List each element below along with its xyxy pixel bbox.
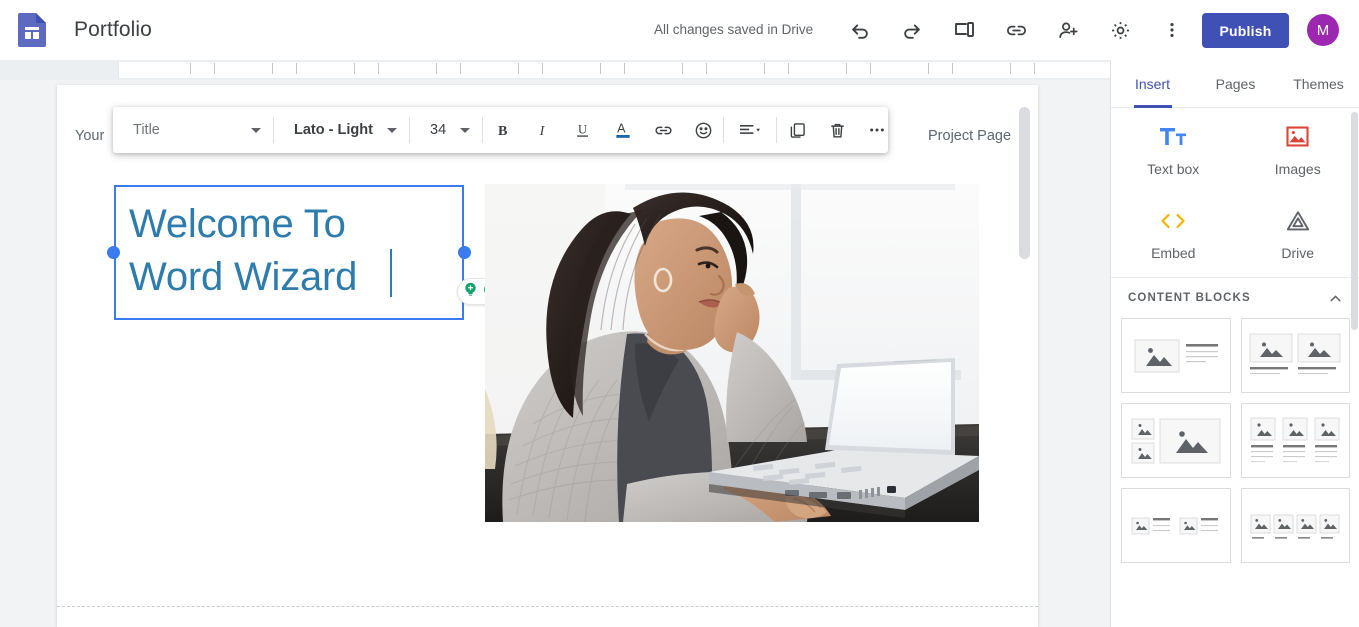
publish-button[interactable]: Publish bbox=[1202, 13, 1289, 48]
page-title[interactable]: Portfolio bbox=[74, 18, 152, 42]
ruler-track bbox=[118, 62, 1110, 78]
redo-icon[interactable] bbox=[895, 13, 929, 47]
tab-themes[interactable]: Themes bbox=[1277, 60, 1359, 108]
preview-device-icon[interactable] bbox=[947, 13, 981, 47]
font-size-select[interactable]: 34 bbox=[410, 107, 482, 153]
insert-images[interactable]: Images bbox=[1236, 108, 1359, 193]
chevron-down-icon bbox=[387, 127, 397, 133]
avatar[interactable]: M bbox=[1307, 14, 1339, 46]
chevron-down-icon bbox=[460, 127, 470, 133]
app-bar: Portfolio All changes saved in Drive Pub… bbox=[0, 0, 1359, 60]
insert-images-label: Images bbox=[1274, 160, 1321, 177]
selected-text-box[interactable]: Welcome To Word Wizard bbox=[107, 185, 504, 320]
svg-text:A: A bbox=[617, 122, 626, 136]
insert-text-box[interactable]: Text box bbox=[1111, 108, 1236, 193]
grammarly-assistant-icon[interactable] bbox=[461, 280, 480, 304]
nav-link-home[interactable]: Your bbox=[75, 128, 104, 144]
chevron-down-icon bbox=[251, 127, 261, 133]
paragraph-style-value: Title bbox=[133, 122, 160, 138]
embed-code-icon bbox=[1159, 208, 1187, 234]
block-two-small-one-large-image[interactable] bbox=[1121, 403, 1231, 478]
section-divider-top bbox=[57, 606, 1038, 607]
insert-panel: Insert Pages Themes Text box Images Embe… bbox=[1110, 60, 1359, 627]
site-canvas[interactable]: Your ut Project Page Welcome To Word Wiz… bbox=[57, 85, 1038, 627]
undo-icon[interactable] bbox=[843, 13, 877, 47]
layout-grid-ruler bbox=[0, 60, 1110, 80]
save-status-text: All changes saved in Drive bbox=[654, 22, 814, 37]
text-box-icon bbox=[1159, 124, 1187, 150]
block-two-image-text-pairs[interactable] bbox=[1121, 488, 1231, 563]
underline-button[interactable]: U bbox=[563, 107, 603, 153]
content-blocks-header[interactable]: CONTENT BLOCKS bbox=[1111, 278, 1359, 318]
font-size-value: 34 bbox=[430, 122, 447, 138]
add-person-icon[interactable] bbox=[1051, 13, 1085, 47]
panel-scrollbar-thumb[interactable] bbox=[1351, 112, 1358, 330]
svg-text:I: I bbox=[539, 123, 546, 139]
tab-pages[interactable]: Pages bbox=[1194, 60, 1277, 108]
more-options-button[interactable] bbox=[857, 107, 897, 153]
paragraph-style-select[interactable]: Title bbox=[113, 107, 273, 153]
svg-text:U: U bbox=[578, 122, 587, 136]
text-format-toolbar[interactable]: Title Lato - Light 34 B I U A bbox=[113, 107, 888, 153]
insert-items-grid: Text box Images Embed Drive bbox=[1111, 108, 1359, 278]
text-box-outline[interactable]: Welcome To Word Wizard bbox=[114, 185, 464, 320]
insert-drive[interactable]: Drive bbox=[1236, 193, 1359, 278]
block-four-images-row[interactable] bbox=[1240, 488, 1350, 563]
hero-image[interactable] bbox=[485, 184, 979, 522]
insert-text-box-label: Text box bbox=[1147, 160, 1200, 177]
insert-embed-label: Embed bbox=[1151, 245, 1196, 262]
bold-button[interactable]: B bbox=[483, 107, 523, 153]
content-blocks-title: CONTENT BLOCKS bbox=[1128, 292, 1251, 304]
delete-button[interactable] bbox=[817, 107, 857, 153]
panel-tabs: Insert Pages Themes bbox=[1111, 60, 1359, 108]
woman-typing-on-laptop-photo bbox=[485, 184, 979, 522]
content-blocks-grid bbox=[1111, 318, 1359, 563]
italic-button[interactable]: I bbox=[523, 107, 563, 153]
chevron-up-icon[interactable] bbox=[1327, 290, 1344, 307]
block-two-images-with-captions[interactable] bbox=[1240, 318, 1350, 393]
svg-text:B: B bbox=[498, 123, 508, 139]
insert-embed[interactable]: Embed bbox=[1111, 193, 1236, 278]
gear-icon[interactable] bbox=[1103, 13, 1137, 47]
text-caret bbox=[390, 249, 392, 297]
canvas-scrollbar[interactable] bbox=[1019, 107, 1030, 627]
resize-handle-left[interactable] bbox=[107, 246, 120, 259]
text-color-button[interactable]: A bbox=[603, 107, 643, 153]
duplicate-button[interactable] bbox=[777, 107, 817, 153]
emoji-icon[interactable] bbox=[683, 107, 723, 153]
google-sites-icon[interactable] bbox=[18, 13, 46, 47]
copy-link-icon[interactable] bbox=[999, 13, 1033, 47]
canvas-scrollbar-thumb[interactable] bbox=[1019, 107, 1030, 259]
align-button[interactable] bbox=[724, 107, 776, 153]
insert-drive-label: Drive bbox=[1281, 245, 1315, 262]
block-three-images-with-text[interactable] bbox=[1240, 403, 1350, 478]
tab-insert[interactable]: Insert bbox=[1111, 60, 1194, 108]
block-image-left-text-right[interactable] bbox=[1121, 318, 1231, 393]
font-family-select[interactable]: Lato - Light bbox=[274, 107, 409, 153]
google-drive-icon bbox=[1285, 208, 1311, 234]
resize-handle-right[interactable] bbox=[458, 246, 471, 259]
insert-link-icon[interactable] bbox=[643, 107, 683, 153]
font-family-value: Lato - Light bbox=[294, 122, 373, 138]
nav-link-project-page[interactable]: Project Page bbox=[928, 128, 1011, 144]
hero-title-text[interactable]: Welcome To Word Wizard bbox=[129, 198, 429, 304]
more-vert-icon[interactable] bbox=[1155, 13, 1189, 47]
images-icon bbox=[1285, 124, 1310, 150]
